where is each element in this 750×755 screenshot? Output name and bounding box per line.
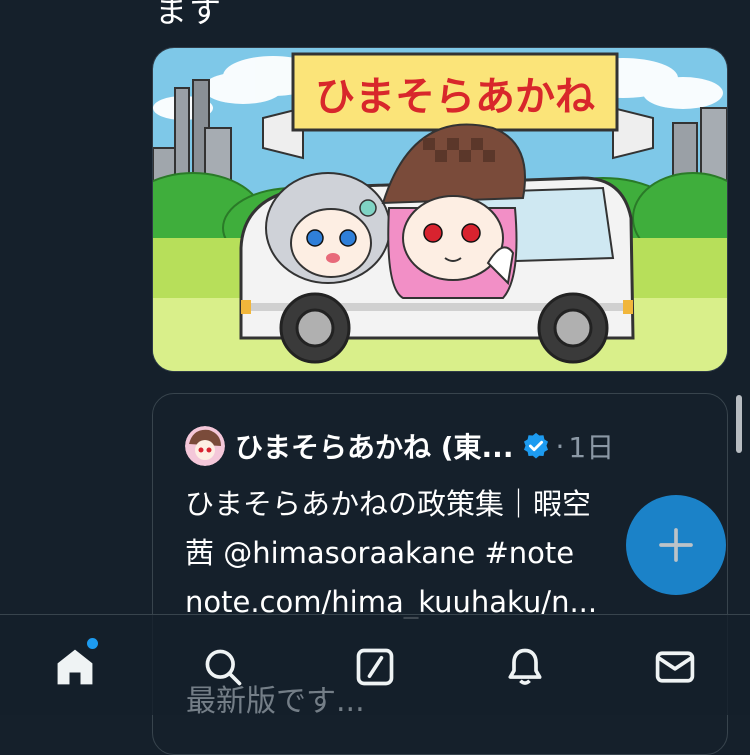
scrollbar-thumb[interactable] [736,395,742,453]
bottom-navigation [0,614,750,715]
avatar[interactable] [185,426,225,466]
messages-icon [655,651,695,683]
plus-icon [659,528,693,562]
tweet-media-image[interactable]: ひまそらあかね [152,47,728,372]
banner-text: ひまそらあかね [315,74,595,120]
nav-messages[interactable] [645,637,705,697]
verified-badge-icon [524,432,549,459]
next-tweet-preview: 最新版です... [186,684,365,719]
quoted-tweet-header: ひまそらあかね (東... · 1日 [185,424,614,468]
author-name[interactable]: ひまそらあかね (東... [235,426,513,466]
compose-button[interactable] [626,495,726,595]
unread-indicator [85,636,100,651]
nav-notifications[interactable] [495,637,555,697]
notifications-icon [508,648,542,685]
home-icon [57,649,93,685]
tweet-text-fragment: ます [155,0,224,30]
illustration: ひまそらあかね [153,48,727,371]
timestamp[interactable]: 1日 [568,426,614,466]
separator-dot: · [555,429,565,463]
